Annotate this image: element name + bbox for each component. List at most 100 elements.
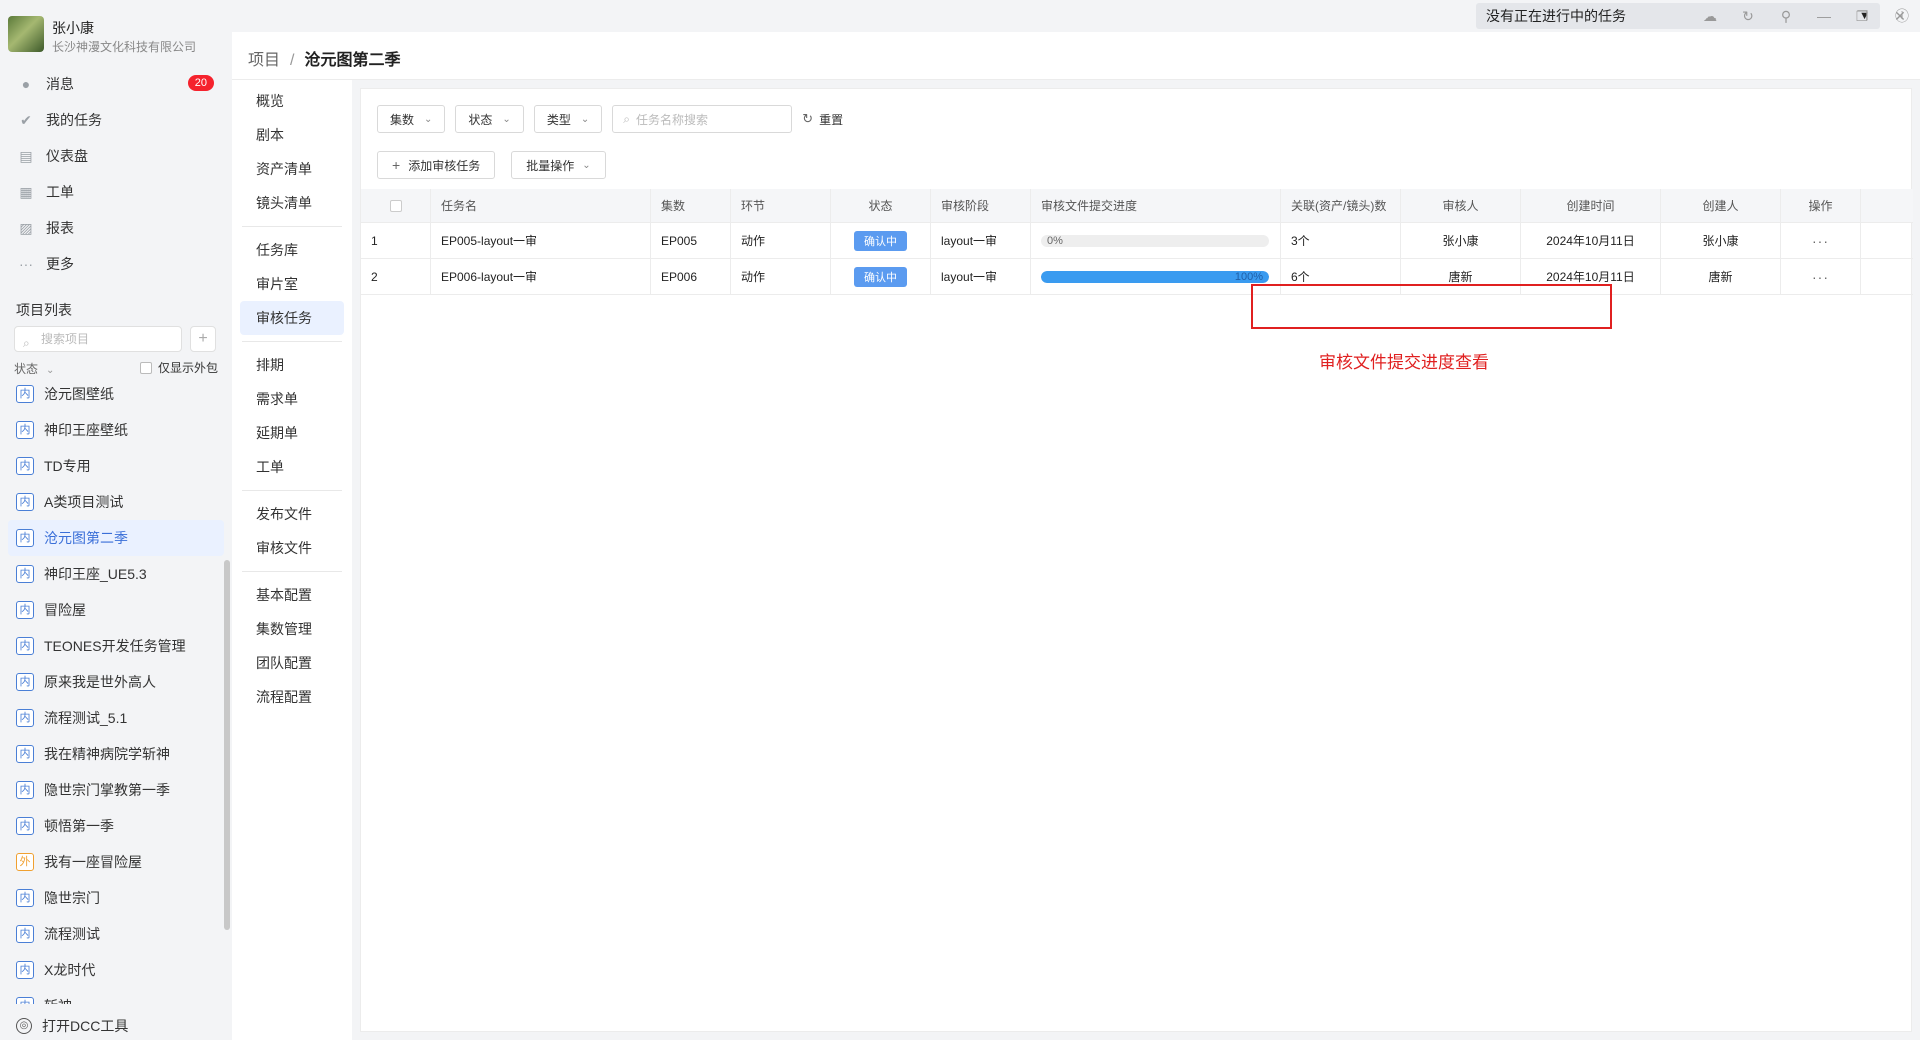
status-badge: 确认中	[854, 266, 907, 287]
project-list: 内沧元图壁纸内神印王座壁纸内 TD专用内 A类项目测试内沧元图第二季内神印王座_UE…	[8, 376, 224, 1004]
report-icon: ▨	[19, 219, 33, 236]
subnav-item[interactable]: 工单	[240, 450, 344, 484]
table-row[interactable]: 2 EP006-layout一审 EP006 动作 确认中 layout一审 100% 6个唐…	[361, 259, 1913, 295]
subnav-item[interactable]: 剧本	[240, 118, 344, 152]
project-item[interactable]: 内流程测试	[8, 916, 224, 952]
subnav-item[interactable]: 任务库	[240, 233, 344, 267]
nav-more[interactable]: ··· 更多	[0, 246, 232, 282]
column-header: 状态	[831, 189, 931, 222]
project-item[interactable]: 内 TEONES开发任务管理	[8, 628, 224, 664]
subnav-divider	[242, 341, 342, 342]
chevron-down-icon: ⌄	[580, 113, 590, 125]
close-icon[interactable]: ✕	[1890, 6, 1910, 26]
project-item[interactable]: 内隐世宗门掌教第一季	[8, 772, 224, 808]
project-item[interactable]: 内隐世宗门	[8, 880, 224, 916]
avatar[interactable]	[8, 16, 44, 52]
task-search-input[interactable]: ⌕ 任务名称搜索	[612, 105, 793, 133]
type-filter-label: 类型	[546, 112, 571, 127]
type-filter-dropdown[interactable]: 类型 ⌄	[533, 105, 603, 133]
project-item[interactable]: 内顿悟第一季	[8, 808, 224, 844]
nav-dashboard[interactable]: ▤ 仪表盘	[0, 138, 232, 174]
subnav-item[interactable]: 排期	[240, 348, 344, 382]
column-header: 集数	[651, 189, 731, 222]
project-item[interactable]: 内神印王座_UE5.3	[8, 556, 224, 592]
nav-label: 我的任务	[46, 112, 102, 128]
action-toolbar: + 添加审核任务 批量操作 ⌄	[377, 151, 622, 179]
nav-tickets[interactable]: ▦ 工单	[0, 174, 232, 210]
message-icon: ●	[21, 76, 31, 92]
subnav-item[interactable]: 延期单	[240, 416, 344, 450]
subnav-item[interactable]: 需求单	[240, 382, 344, 416]
task-search-placeholder: 任务名称搜索	[635, 112, 708, 127]
project-type-tag: 内	[16, 745, 34, 763]
project-item[interactable]: 内 A类项目测试	[8, 484, 224, 520]
project-name: 沧元图壁纸	[44, 386, 114, 402]
subnav-item[interactable]: 资产清单	[240, 152, 344, 186]
subnav-item[interactable]: 团队配置	[240, 646, 344, 680]
subnav-item[interactable]: 发布文件	[240, 497, 344, 531]
add-project-button[interactable]: +	[190, 326, 216, 352]
project-type-tag: 内	[16, 709, 34, 727]
checkbox-box[interactable]	[140, 361, 152, 374]
pin-icon[interactable]: ⚲	[1776, 6, 1796, 26]
add-review-task-button[interactable]: + 添加审核任务	[377, 151, 496, 179]
project-status-filter[interactable]: 状态 ⌄	[14, 360, 54, 377]
project-item[interactable]: 内冒险屋	[8, 592, 224, 628]
nav-my-tasks[interactable]: ✔ 我的任务	[0, 102, 232, 138]
nav-reports[interactable]: ▨ 报表	[0, 210, 232, 246]
subnav-item[interactable]: 流程配置	[240, 680, 344, 714]
user-profile[interactable]: 张小康 长沙神漫文化科技有限公司	[8, 16, 228, 56]
submission-progress-bar: 0%	[1041, 234, 1269, 247]
project-item[interactable]: 内我在精神病院学斩神	[8, 736, 224, 772]
cloud-icon[interactable]: ☁	[1700, 6, 1720, 26]
project-item[interactable]: 内神印王座壁纸	[8, 412, 224, 448]
project-search-input[interactable]: ⌕ 搜索项目	[14, 326, 182, 352]
column-header: 环节	[731, 189, 831, 222]
nav-messages[interactable]: ● 消息 20	[0, 66, 232, 102]
breadcrumb-root[interactable]: 项目	[248, 52, 280, 69]
restore-icon[interactable]: ❐	[1852, 6, 1872, 26]
project-item[interactable]: 内沧元图壁纸	[8, 376, 224, 412]
subnav-item[interactable]: 集数管理	[240, 612, 344, 646]
subnav-item[interactable]: 审核文件	[240, 531, 344, 565]
minimize-icon[interactable]: —	[1814, 6, 1834, 26]
project-item[interactable]: 内 TD专用	[8, 448, 224, 484]
reset-button[interactable]: ↻ 重置	[802, 111, 843, 128]
column-header: 审核阶段	[931, 189, 1031, 222]
project-item[interactable]: 内 斩神	[8, 988, 224, 1004]
project-item[interactable]: 外我有一座冒险屋	[8, 844, 224, 880]
project-name: A类项目测试	[44, 494, 124, 510]
subnav-item[interactable]: 镜头清单	[240, 186, 344, 220]
submission-progress-bar: 100%	[1041, 270, 1269, 283]
project-item[interactable]: 内 X龙时代	[8, 952, 224, 988]
project-item[interactable]: 内沧元图第二季	[8, 520, 224, 556]
status-filter-dropdown[interactable]: 状态 ⌄	[455, 105, 524, 133]
table-row[interactable]: 1 EP005-layout一审 EP005 动作 确认中 layout一审 0% 3个 张小康…	[361, 223, 1913, 259]
chevron-down-icon: ⌄	[502, 113, 511, 125]
batch-operation-button[interactable]: 批量操作 ⌄	[511, 151, 606, 179]
cell-op: ···	[1781, 223, 1861, 258]
more-actions-icon[interactable]: ···	[1812, 233, 1829, 249]
nav-label: 工单	[46, 184, 74, 200]
project-type-tag: 内	[16, 925, 34, 943]
only-outsource-checkbox[interactable]: 仅显示外包	[140, 359, 218, 376]
subnav-item[interactable]: 审片室	[240, 267, 344, 301]
open-dcc-tool-button[interactable]: ◎ 打开DCC工具	[0, 1012, 232, 1040]
cell-status: 确认中	[831, 259, 931, 294]
review-task-content: 集数 ⌄ 状态 ⌄ 类型 ⌄ ⌕ 任务名称搜索 ↻ 重置 + 添加审核任务 批量…	[360, 88, 1913, 1032]
subnav-item[interactable]: 基本配置	[240, 578, 344, 612]
more-actions-icon[interactable]: ···	[1812, 269, 1829, 285]
project-item[interactable]: 内流程测试_5.1	[8, 700, 224, 736]
main-nav: ● 消息 20 ✔ 我的任务 ▤ 仪表盘 ▦ 工单 ▨ 报表 ··· 更多	[0, 66, 232, 282]
select-all-checkbox[interactable]	[389, 199, 402, 212]
subnav-item[interactable]: 概览	[240, 84, 344, 118]
column-header: 审核人	[1401, 189, 1521, 222]
table-header: 任务名 集数 环节 状态 审核阶段 审核文件提交进度 关联(资产/镜头)数 审核人 创建时间 创建…	[361, 189, 1913, 223]
episode-filter-dropdown[interactable]: 集数 ⌄	[377, 105, 446, 133]
refresh-icon[interactable]: ↻	[1738, 6, 1758, 26]
project-item[interactable]: 内原来我是世外高人	[8, 664, 224, 700]
subnav-item[interactable]: 审核任务	[240, 301, 344, 335]
nav-label: 仪表盘	[46, 148, 88, 164]
project-list-scrollbar[interactable]	[224, 560, 230, 930]
dashboard-icon: ▤	[19, 147, 33, 164]
